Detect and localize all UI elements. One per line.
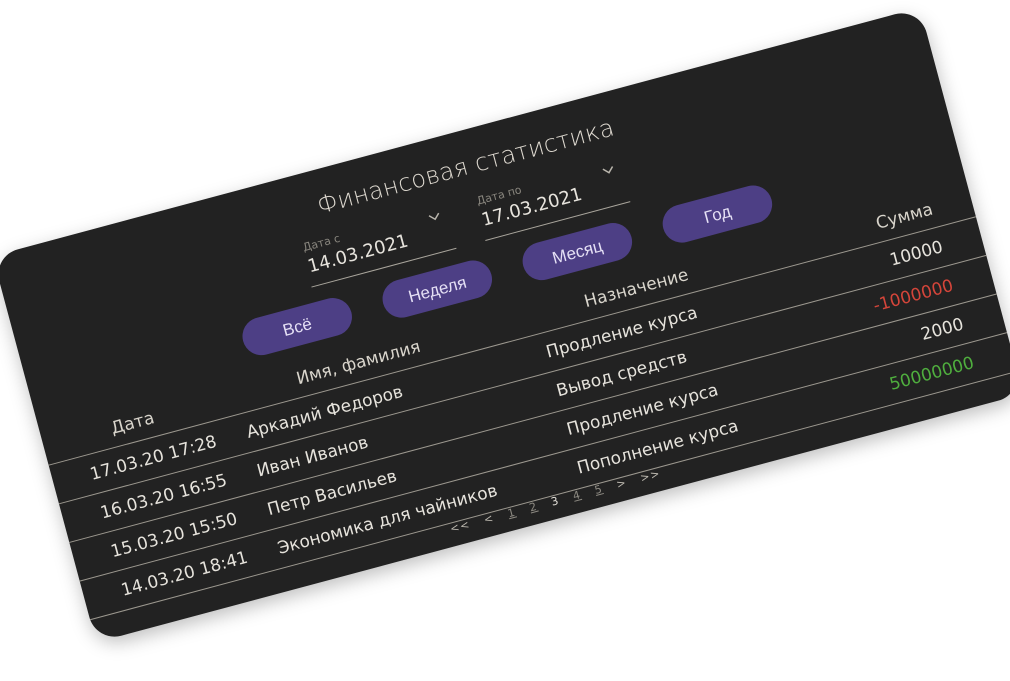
row-sum: 10000 [887, 237, 946, 271]
next-page-link[interactable]: > [615, 476, 628, 491]
chevron-down-icon[interactable] [427, 211, 443, 224]
row-sum: 2000 [918, 314, 966, 345]
page-canvas: Финансовая статистика Дата с 14.03.2021 … [0, 0, 1010, 681]
page-link-4[interactable]: 4 [571, 488, 582, 503]
column-header-date: Дата [108, 408, 157, 439]
column-header-sum: Сумма [873, 199, 936, 234]
page-link-3-current[interactable]: 3 [550, 494, 561, 509]
page-link-2[interactable]: 2 [528, 500, 539, 515]
page-link-5[interactable]: 5 [593, 482, 604, 497]
finance-stats-card: Финансовая статистика Дата с 14.03.2021 … [0, 7, 1010, 643]
page-link-1[interactable]: 1 [506, 506, 517, 521]
chevron-down-icon[interactable] [600, 164, 616, 177]
prev-page-link[interactable]: < [482, 511, 495, 526]
